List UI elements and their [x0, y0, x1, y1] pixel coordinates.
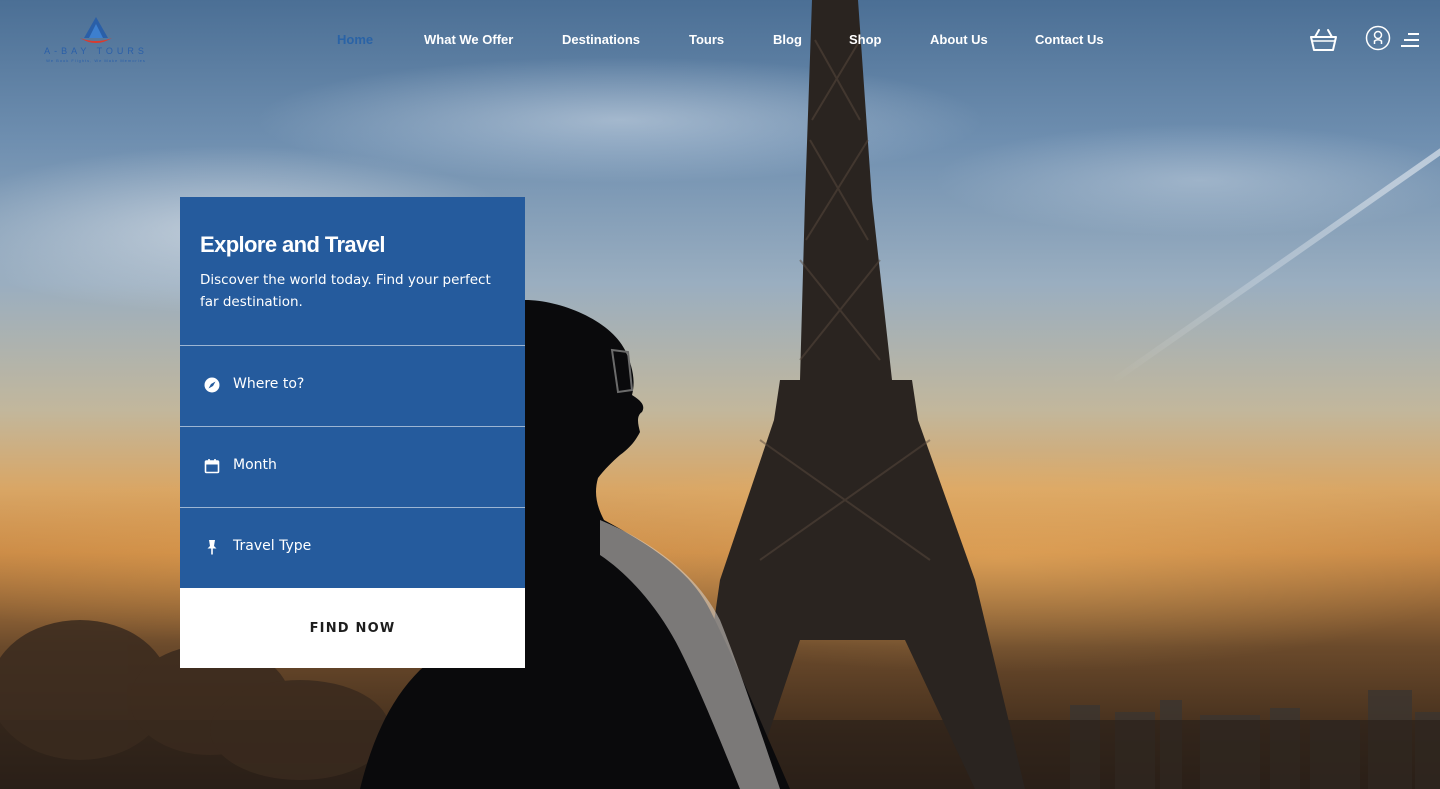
site-header: A-BAY TOURS We Book Flights, We Make Mem… — [0, 0, 1440, 82]
destination-field[interactable]: Where to? — [180, 345, 525, 426]
hero-section: A-BAY TOURS We Book Flights, We Make Mem… — [0, 0, 1440, 789]
nav-about-us[interactable]: About Us — [930, 32, 988, 47]
user-icon[interactable] — [1365, 25, 1391, 51]
nav-contact-us[interactable]: Contact Us — [1035, 32, 1104, 47]
travel-type-field[interactable]: Travel Type — [180, 507, 525, 588]
nav-destinations[interactable]: Destinations — [562, 32, 640, 47]
travel-type-label: Travel Type — [233, 538, 312, 554]
month-field[interactable]: Month — [180, 426, 525, 507]
search-description: Discover the world today. Find your perf… — [200, 272, 491, 310]
nav-blog[interactable]: Blog — [773, 32, 802, 47]
nav-home[interactable]: Home — [337, 32, 373, 47]
pin-icon — [207, 540, 217, 555]
main-nav: Home What We Offer Destinations Tours Bl… — [0, 32, 1440, 52]
nav-what-we-offer[interactable]: What We Offer — [424, 32, 513, 47]
nav-tours[interactable]: Tours — [689, 32, 724, 47]
destination-label: Where to? — [233, 376, 305, 392]
logo-tagline: We Book Flights, We Make Memories — [46, 58, 146, 63]
menu-icon[interactable] — [1400, 32, 1420, 48]
month-label: Month — [233, 457, 277, 473]
basket-icon[interactable] — [1310, 28, 1337, 52]
search-panel: Explore and Travel Discover the world to… — [180, 197, 525, 668]
calendar-icon — [204, 459, 220, 474]
nav-shop[interactable]: Shop — [849, 32, 882, 47]
find-now-button[interactable]: FIND NOW — [180, 588, 525, 668]
search-panel-header: Explore and Travel Discover the world to… — [180, 197, 525, 345]
search-title: Explore and Travel — [200, 232, 385, 257]
compass-icon — [204, 377, 220, 393]
